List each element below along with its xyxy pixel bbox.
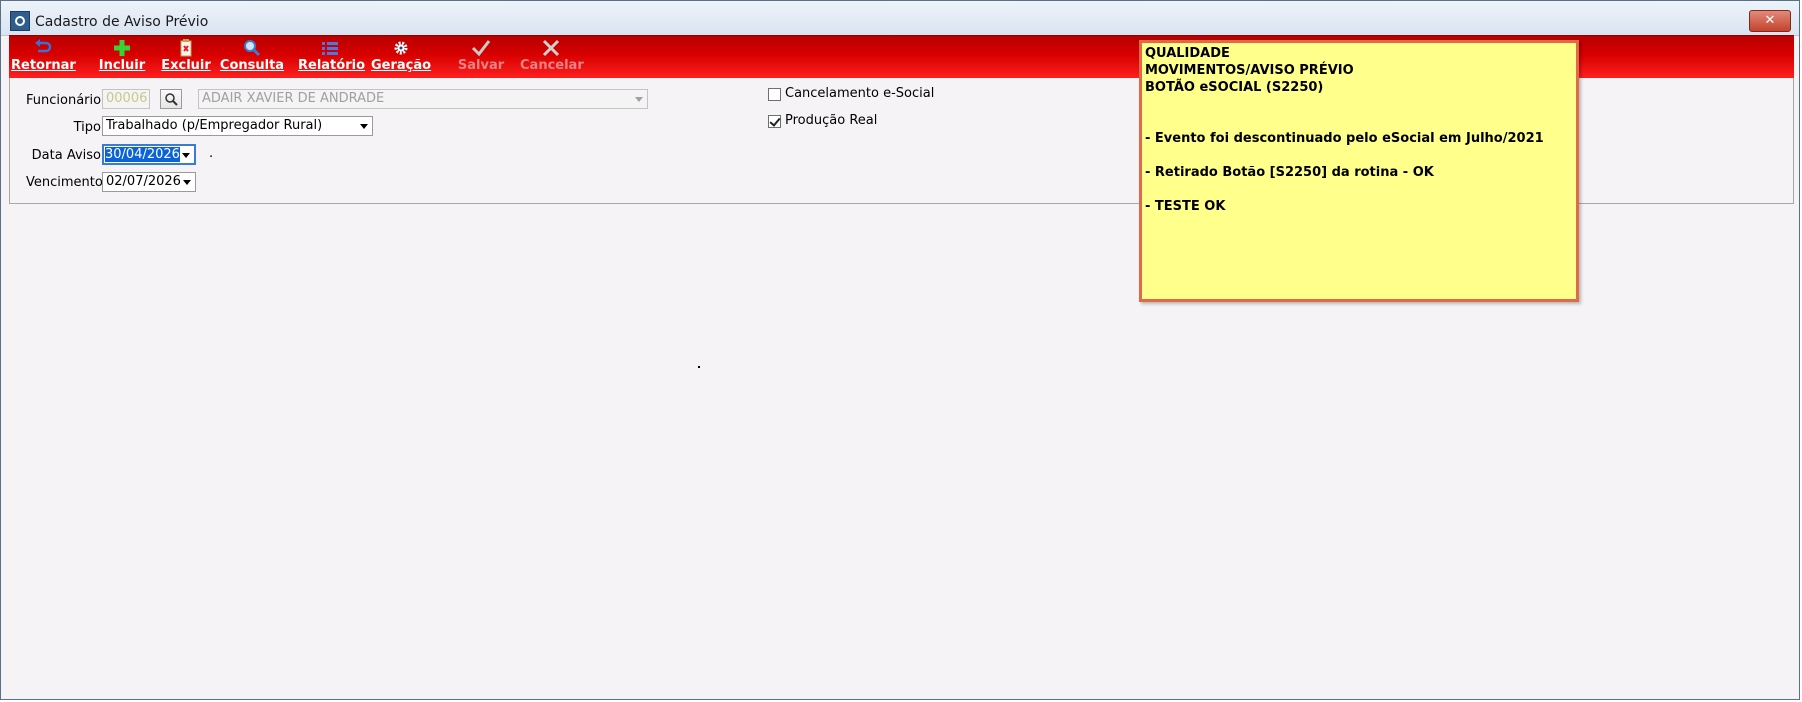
window-title: Cadastro de Aviso Prévio bbox=[35, 14, 209, 30]
note-line: MOVIMENTOS/AVISO PRÉVIO bbox=[1145, 63, 1354, 78]
sticky-note[interactable]: QUALIDADE MOVIMENTOS/AVISO PRÉVIO BOTÃO … bbox=[1139, 40, 1579, 302]
close-button[interactable]: ✕ bbox=[1749, 10, 1791, 32]
excluir-label: Excluir bbox=[161, 58, 211, 73]
note-line: BOTÃO eSOCIAL (S2250) bbox=[1145, 80, 1324, 95]
incluir-label: Incluir bbox=[98, 58, 146, 73]
tipo-select[interactable]: Trabalhado (p/Empregador Rural) bbox=[102, 116, 373, 136]
funcionario-label: Funcionário bbox=[26, 93, 102, 108]
note-line: - TESTE OK bbox=[1145, 199, 1226, 214]
vencimento-value: 02/07/2026 bbox=[106, 174, 181, 189]
retornar-label: Retornar bbox=[11, 58, 76, 73]
relatorio-label: Relatório bbox=[298, 58, 365, 73]
check-icon bbox=[471, 40, 491, 57]
producao-real-checkbox[interactable] bbox=[768, 115, 781, 128]
note-line: - Retirado Botão [S2250] da rotina - OK bbox=[1145, 165, 1434, 180]
return-arrow-icon bbox=[35, 39, 52, 53]
main-window: Cadastro de Aviso Prévio ✕ Retornar Incl… bbox=[0, 0, 1800, 700]
producao-real-label[interactable]: Produção Real bbox=[785, 113, 877, 128]
x-icon bbox=[542, 39, 560, 57]
chevron-down-icon bbox=[635, 97, 643, 102]
tipo-value: Trabalhado (p/Empregador Rural) bbox=[106, 118, 323, 133]
cancelar-button[interactable]: Cancelar bbox=[520, 37, 584, 77]
gear-icon bbox=[394, 41, 408, 55]
plus-icon bbox=[114, 40, 130, 56]
vencimento-field[interactable]: 02/07/2026 bbox=[102, 172, 196, 192]
relatorio-button[interactable]: Relatório bbox=[298, 37, 365, 77]
cancelar-label: Cancelar bbox=[520, 58, 584, 73]
consulta-button[interactable]: Consulta bbox=[219, 37, 285, 77]
note-line bbox=[1145, 181, 1573, 198]
funcionario-name-select[interactable]: ADAIR XAVIER DE ANDRADE bbox=[198, 89, 648, 109]
data-aviso-label: Data Aviso bbox=[31, 148, 101, 163]
cancelamento-esocial-label[interactable]: Cancelamento e-Social bbox=[785, 86, 934, 101]
note-line bbox=[1145, 113, 1573, 130]
excluir-button[interactable]: Excluir bbox=[158, 37, 214, 77]
stray-dot bbox=[698, 366, 700, 368]
note-line: - Evento foi descontinuado pelo eSocial … bbox=[1145, 131, 1544, 146]
consulta-label: Consulta bbox=[219, 58, 285, 73]
salvar-label: Salvar bbox=[457, 58, 505, 73]
magnifier-icon bbox=[244, 40, 261, 57]
vencimento-label: Vencimento bbox=[26, 175, 103, 190]
data-aviso-value: 30/04/2026 bbox=[105, 147, 180, 162]
funcionario-code-field[interactable]: 00006 bbox=[102, 89, 150, 109]
chevron-down-icon bbox=[182, 153, 190, 158]
delete-clipboard-icon bbox=[180, 39, 192, 57]
retornar-button[interactable]: Retornar bbox=[11, 37, 76, 77]
chevron-down-icon bbox=[183, 180, 191, 185]
salvar-button[interactable]: Salvar bbox=[455, 37, 507, 77]
app-icon bbox=[10, 11, 30, 31]
note-line bbox=[1145, 96, 1573, 113]
geracao-label: Geração bbox=[371, 58, 432, 73]
magnifier-icon bbox=[165, 93, 178, 106]
incluir-button[interactable]: Incluir bbox=[94, 37, 150, 77]
chevron-down-icon bbox=[360, 124, 368, 129]
tipo-label: Tipo bbox=[73, 120, 101, 135]
list-icon bbox=[322, 42, 338, 55]
funcionario-search-button[interactable] bbox=[160, 89, 182, 109]
note-line: QUALIDADE bbox=[1145, 46, 1230, 61]
funcionario-name-value: ADAIR XAVIER DE ANDRADE bbox=[202, 91, 385, 106]
data-aviso-trailing: . bbox=[209, 146, 214, 161]
note-line bbox=[1145, 147, 1573, 164]
geracao-button[interactable]: Geração bbox=[371, 37, 431, 77]
data-aviso-field[interactable]: 30/04/2026 bbox=[102, 144, 196, 165]
title-bar[interactable]: Cadastro de Aviso Prévio ✕ bbox=[1, 1, 1799, 36]
cancelamento-esocial-checkbox[interactable] bbox=[768, 88, 781, 101]
checkmark-icon bbox=[769, 115, 781, 127]
